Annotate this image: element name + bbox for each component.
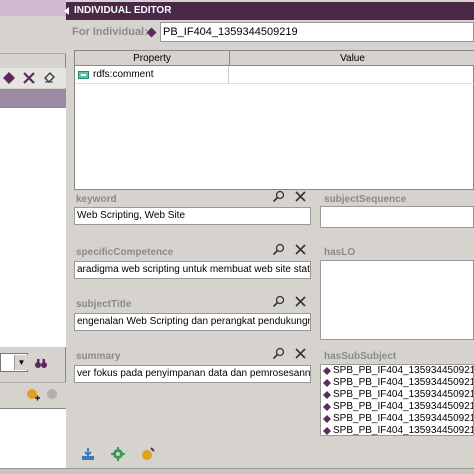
settings-gear-icon[interactable] [110, 446, 126, 462]
find-icon[interactable] [272, 295, 285, 308]
remove-type-icon[interactable] [46, 388, 60, 402]
chevron-down-icon[interactable]: ▼ [14, 355, 28, 370]
haslo-label: hasLO [324, 247, 356, 258]
list-item-label: SPB_PB_IF404_1359344509219 [333, 413, 474, 424]
subjectsequence-field[interactable] [320, 206, 474, 228]
list-item-label: SPB_PB_IF404_1359344509219 [333, 365, 474, 376]
list-item[interactable]: SPB_PB_IF404_1359344509219 [321, 413, 473, 425]
column-header-property[interactable]: Property [75, 51, 230, 66]
list-item[interactable]: SPB_PB_IF404_1359344509219 [321, 365, 473, 377]
specificcompetence-label: specificCompetence [76, 247, 174, 258]
subjecttitle-label: subjectTitle [76, 299, 132, 310]
left-tool-strip [0, 16, 66, 54]
individual-editor: INDIVIDUAL EDITOR For Individual: PB_IF4… [64, 0, 474, 474]
editor-titlebar: INDIVIDUAL EDITOR [64, 2, 474, 20]
remove-value-icon[interactable] [294, 347, 307, 360]
status-bar [0, 468, 474, 474]
add-type-icon[interactable] [26, 388, 40, 402]
left-bottom-toolbar [0, 382, 66, 408]
individual-diamond-icon [323, 379, 331, 387]
individual-diamond-icon [146, 27, 157, 38]
individual-diamond-icon [323, 415, 331, 423]
individual-diamond-icon [323, 367, 331, 375]
collapse-arrow-icon[interactable] [64, 7, 69, 15]
find-icon[interactable] [272, 243, 285, 256]
remove-value-icon[interactable] [294, 190, 307, 203]
specificcompetence-field[interactable]: aradigma web scripting untuk membuat web… [74, 261, 311, 279]
individual-diamond-icon [323, 403, 331, 411]
individual-diamond-icon [323, 391, 331, 399]
import-icon[interactable] [80, 446, 96, 462]
edit-icon[interactable] [42, 71, 56, 85]
hassubsubject-label: hasSubSubject [324, 351, 397, 362]
add-annotation-icon[interactable] [140, 446, 156, 462]
left-panel: ▼ [0, 0, 66, 474]
table-row[interactable]: rdfs:comment [75, 66, 474, 84]
individual-name-field[interactable]: PB_IF404_1359344509219 [160, 22, 474, 42]
editor-bottom-toolbar [74, 442, 214, 466]
keyword-field[interactable]: Web Scripting, Web Site [74, 207, 311, 225]
subjectsequence-label: subjectSequence [324, 194, 407, 205]
list-item[interactable]: SPB_PB_IF404_1359344509219 [321, 389, 473, 401]
list-item[interactable]: SPB_PB_IF404_1359344509219 [321, 425, 474, 436]
list-item-label: SPB_PB_IF404_1359344509219 [333, 425, 474, 436]
column-header-value[interactable]: Value [230, 51, 474, 66]
for-individual-label: For Individual: [72, 26, 148, 38]
remove-value-icon[interactable] [294, 295, 307, 308]
property-table[interactable]: Property Value rdfs:comment [74, 50, 474, 190]
binoculars-icon[interactable] [34, 356, 48, 370]
left-toolbar [0, 68, 66, 88]
list-item-label: SPB_PB_IF404_1359344509219 [333, 377, 474, 388]
remove-value-icon[interactable] [294, 243, 307, 256]
hassubsubject-list[interactable]: SPB_PB_IF404_1359344509219 SPB_PB_IF404_… [320, 364, 474, 436]
annotation-property-icon [78, 71, 89, 79]
individual-list[interactable] [0, 107, 66, 347]
types-list[interactable] [0, 408, 66, 470]
summary-field[interactable]: ver fokus pada penyimpanan data dan pemr… [74, 365, 311, 383]
subjecttitle-field[interactable]: engenalan Web Scripting dan perangkat pe… [74, 313, 311, 331]
haslo-list[interactable] [320, 260, 474, 340]
delete-individual-icon[interactable] [22, 71, 36, 85]
left-panel-titlebar [0, 0, 66, 16]
keyword-label: keyword [76, 194, 117, 205]
individual-diamond-icon [323, 427, 331, 435]
create-individual-icon[interactable] [2, 71, 16, 85]
editor-title: INDIVIDUAL EDITOR [74, 5, 172, 16]
property-table-header: Property Value [75, 51, 474, 66]
list-item-label: SPB_PB_IF404_1359344509219 [333, 389, 474, 400]
find-icon[interactable] [272, 347, 285, 360]
summary-label: summary [76, 351, 121, 362]
property-cell[interactable]: rdfs:comment [75, 66, 229, 84]
list-item[interactable]: SPB_PB_IF404_1359344509219 [321, 377, 473, 389]
list-item[interactable]: SPB_PB_IF404_1359344509219 [321, 401, 473, 413]
list-item-label: SPB_PB_IF404_1359344509219 [333, 401, 474, 412]
find-icon[interactable] [272, 190, 285, 203]
property-name: rdfs:comment [93, 69, 154, 80]
left-list-header [0, 89, 66, 107]
